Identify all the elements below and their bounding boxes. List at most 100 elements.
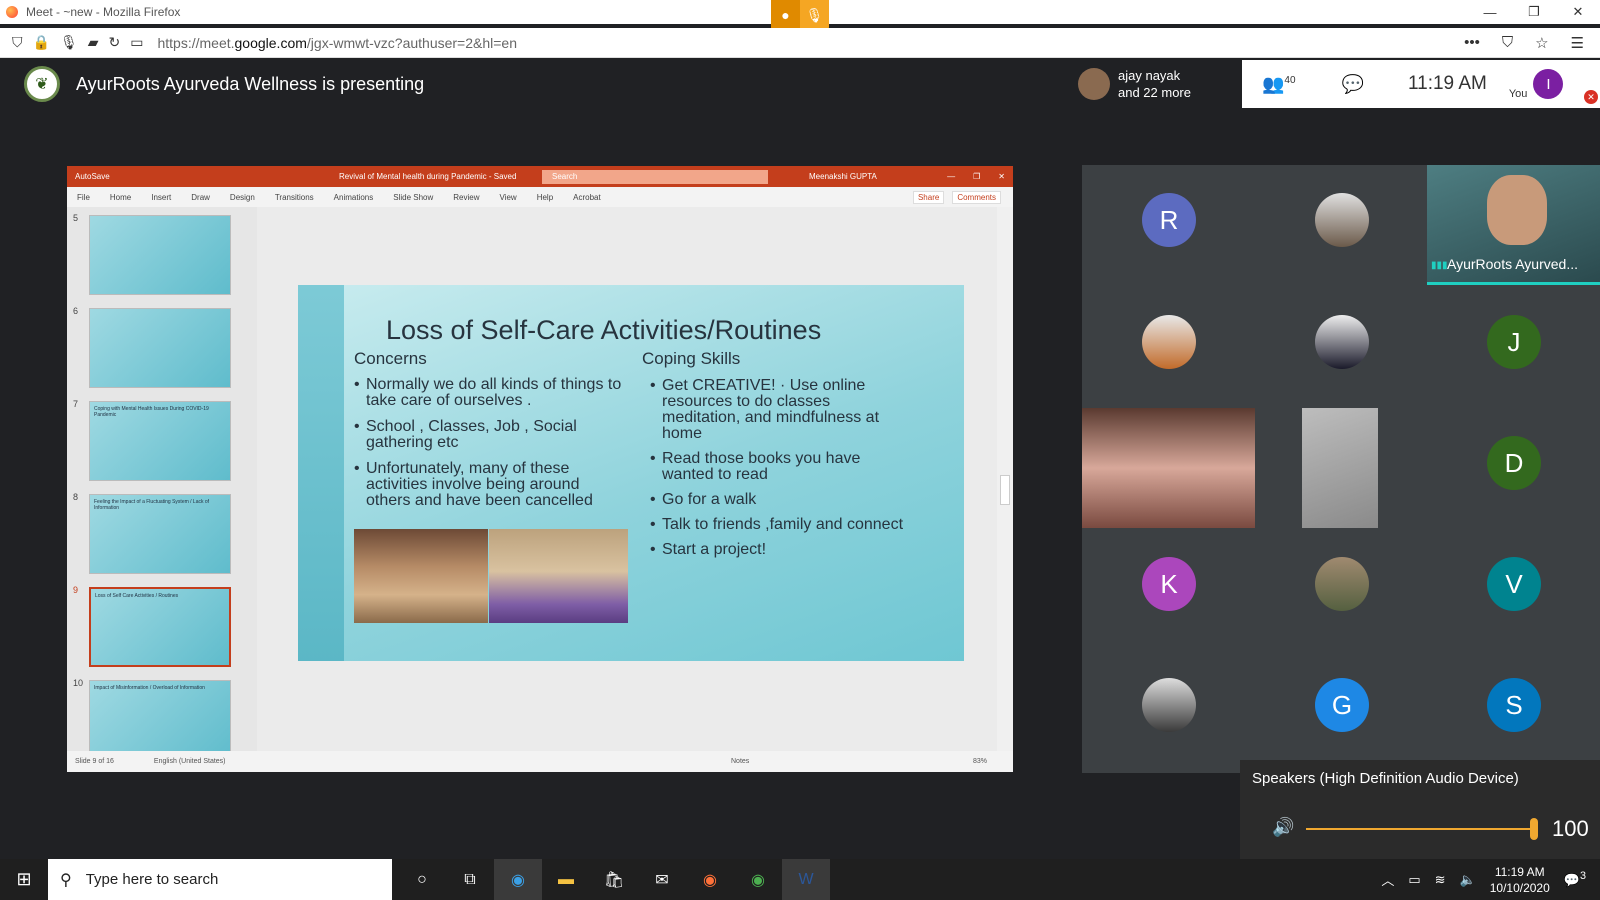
mail-icon[interactable]: ✉ <box>638 859 686 900</box>
ppt-menu-file: File <box>77 192 90 202</box>
participant-video[interactable] <box>1302 408 1378 528</box>
thumb-title: Loss of Self Care Activities / Routines <box>95 593 179 599</box>
notifications-icon[interactable]: 💬3 <box>1564 870 1586 888</box>
participant-photo[interactable] <box>1315 557 1369 611</box>
taskbar-clock[interactable]: 11:19 AM 10/10/2020 <box>1490 864 1550 896</box>
ppt-menu-slideshow: Slide Show <box>393 192 434 202</box>
ppt-menu-review: Review <box>453 192 480 202</box>
avatar <box>1078 68 1110 100</box>
slide-thumbnail: Impact of Misinformation / Overload of I… <box>89 680 231 751</box>
participant-photo[interactable] <box>1315 193 1369 247</box>
ppt-share: Share <box>912 190 945 204</box>
battery-icon[interactable]: ▭ <box>1408 872 1420 888</box>
ppt-scroll-thumb <box>1000 475 1010 505</box>
more-participants: and 22 more <box>1118 85 1191 100</box>
coping-item: Go for a walk <box>650 492 910 509</box>
taskbar-time: 11:19 AM <box>1494 864 1545 879</box>
ppt-menu-transitions: Transitions <box>274 192 314 202</box>
tracking-protection-icon[interactable]: ⛉ <box>12 34 23 51</box>
volume-slider-thumb[interactable] <box>1530 818 1538 840</box>
participant-video[interactable] <box>1082 408 1255 528</box>
autoplay-icon[interactable]: ↻ <box>109 34 121 51</box>
shared-screen-powerpoint: AutoSave Revival of Mental health during… <box>67 166 1013 772</box>
pocket-icon[interactable]: ⛉ <box>1502 34 1513 52</box>
firefox-icon[interactable]: ◉ <box>686 859 734 900</box>
volume-icon[interactable]: 🔈 <box>1460 872 1476 888</box>
concern-item: School , Classes, Job , Social gathering… <box>354 419 624 451</box>
coping-list: Get CREATIVE! · Use online resources to … <box>650 378 910 567</box>
chevron-up-icon[interactable]: ︿ <box>1381 870 1394 889</box>
presenter-video-tile[interactable]: ▮▮▮ AyurRoots Ayurved... <box>1427 165 1600 285</box>
file-explorer-icon[interactable]: ▬ <box>542 859 590 900</box>
wifi-icon[interactable]: ≋ <box>1435 872 1446 888</box>
coping-item: Get CREATIVE! · Use online resources to … <box>650 378 910 442</box>
participant-photo[interactable] <box>1142 315 1196 369</box>
hamburger-menu-icon[interactable]: ☰ <box>1571 34 1584 52</box>
chrome-icon[interactable]: ◉ <box>734 859 782 900</box>
slide-thumbnail-active: Loss of Self Care Activities / Routines <box>89 587 231 667</box>
volume-flyout: Speakers (High Definition Audio Device) … <box>1240 760 1600 859</box>
participant-photo[interactable] <box>1142 678 1196 732</box>
thumb-title: Coping with Mental Health Issues During … <box>94 406 209 418</box>
ppt-slide-count: Slide 9 of 16 <box>75 758 114 765</box>
thumb-number: 8 <box>73 492 79 502</box>
slide-thumbnail: Coping with Mental Health Issues During … <box>89 401 231 481</box>
ppt-status-bar: Slide 9 of 16 English (United States) No… <box>67 751 1013 772</box>
store-icon[interactable]: 🛍 <box>590 859 638 900</box>
classroom-photo <box>354 529 488 623</box>
chat-button[interactable]: 💬 <box>1342 74 1364 95</box>
windows-taskbar: ⊞ ⚲ Type here to search ○ ⧉ ◉ ▬ 🛍 ✉ ◉ ◉ … <box>0 859 1600 900</box>
participant-tile[interactable]: R <box>1142 193 1196 247</box>
maximize-button[interactable]: ❐ <box>1512 0 1556 24</box>
volume-slider[interactable] <box>1306 828 1534 830</box>
self-avatar[interactable]: You I <box>1509 68 1564 100</box>
participant-tile[interactable]: D <box>1487 436 1541 490</box>
ppt-scrollbar <box>997 207 1013 751</box>
search-icon: ⚲ <box>60 871 72 889</box>
sharing-indicator[interactable]: ● 🎙 <box>771 0 829 30</box>
minimize-button[interactable]: — <box>1468 0 1512 24</box>
ppt-window-controls: — ❐ ✕ <box>947 172 1005 181</box>
thumb-number: 9 <box>73 585 79 595</box>
edge-icon[interactable]: ◉ <box>494 859 542 900</box>
thumb-number: 7 <box>73 399 79 409</box>
camera-sharing-icon[interactable]: ● <box>771 0 800 30</box>
lock-icon[interactable]: 🔒 <box>33 34 50 51</box>
close-button[interactable]: ✕ <box>1556 0 1600 24</box>
address-bar-icons: ⛉ 🔒 🎙 ▰ ↻ ▭ <box>0 34 143 51</box>
concern-item: Unfortunately, many of these activities … <box>354 461 624 509</box>
word-icon[interactable]: W <box>782 859 830 900</box>
slide-thumbnail <box>89 308 231 388</box>
participant-tile[interactable]: J <box>1487 315 1541 369</box>
window-titlebar: Meet - ~new - Mozilla Firefox ● 🎙 — ❐ ✕ <box>0 0 1600 30</box>
task-view-icon[interactable]: ⧉ <box>446 859 494 900</box>
audio-device-name[interactable]: Speakers (High Definition Audio Device) <box>1252 770 1519 787</box>
screen-share-icon[interactable]: ▭ <box>130 34 143 51</box>
presenter-tile-label: AyurRoots Ayurved... <box>1447 256 1578 272</box>
thumb-title <box>90 309 230 317</box>
cortana-icon[interactable]: ○ <box>398 859 446 900</box>
url-field[interactable]: https://meet.google.com/jgx-wmwt-vzc?aut… <box>157 35 517 51</box>
microphone-sharing-icon[interactable]: 🎙 <box>800 0 829 30</box>
bookmark-star-icon[interactable]: ☆ <box>1535 34 1548 52</box>
ppt-share-comments: Share Comments <box>912 190 1001 204</box>
ppt-menu-view: View <box>499 192 517 202</box>
people-button[interactable]: 👥40 <box>1262 74 1296 95</box>
participant-tile[interactable]: G <box>1315 678 1369 732</box>
participant-name: ajay nayak <box>1118 68 1181 83</box>
participant-tile[interactable]: V <box>1487 557 1541 611</box>
camera-permission-icon[interactable]: ▰ <box>88 34 99 51</box>
participant-photo[interactable] <box>1315 315 1369 369</box>
ppt-menu: File Home Insert Draw Design Transitions… <box>67 187 1013 207</box>
page-actions-icon[interactable]: ••• <box>1464 34 1480 52</box>
microphone-permission-icon[interactable]: 🎙 <box>60 34 78 51</box>
taskbar-search[interactable]: ⚲ Type here to search <box>48 859 392 900</box>
thumb-title: Feeling the Impact of a Fluctuating Syst… <box>94 499 210 511</box>
participant-tile[interactable]: S <box>1487 678 1541 732</box>
speaker-icon[interactable]: 🔊 <box>1272 817 1294 838</box>
participant-tile[interactable]: K <box>1142 557 1196 611</box>
participants-summary[interactable]: ajay nayak and 22 more <box>1072 60 1242 108</box>
windows-start-icon[interactable]: ⊞ <box>0 869 48 890</box>
ppt-menu-insert: Insert <box>151 192 172 202</box>
chat-icon: 💬 <box>1341 73 1364 94</box>
